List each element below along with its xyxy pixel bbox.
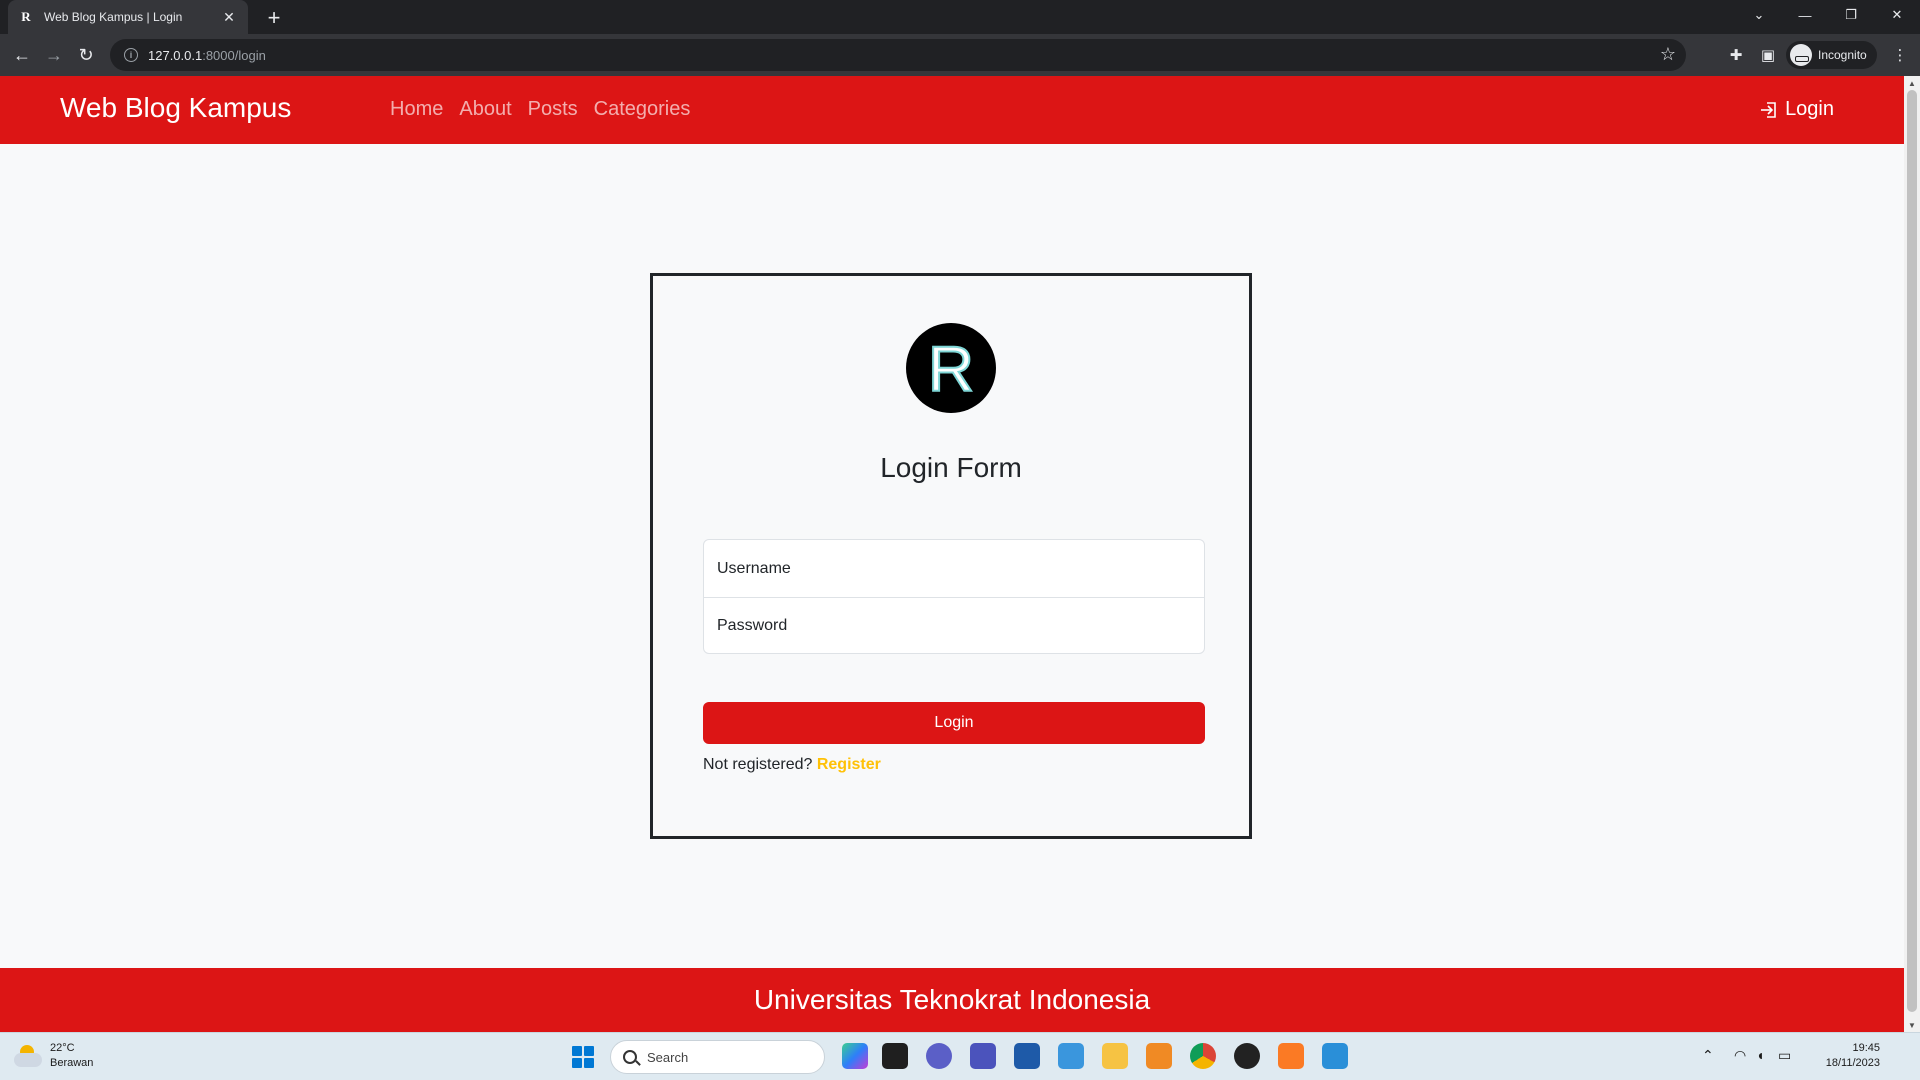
url-host: 127.0.0.1	[148, 47, 203, 63]
weather-widget[interactable]: 22°C Berawan	[14, 1041, 93, 1071]
reload-button[interactable]: ↻	[72, 41, 100, 69]
tab-title: Web Blog Kampus | Login	[44, 10, 183, 24]
wifi-icon[interactable]: ◠	[1734, 1047, 1746, 1064]
username-placeholder: Username	[717, 559, 791, 577]
password-field[interactable]: Password	[704, 597, 1204, 654]
browser-tab[interactable]: R Web Blog Kampus | Login ✕	[8, 0, 248, 34]
windows-start-icon[interactable]	[572, 1046, 594, 1068]
chrome-icon[interactable]	[1190, 1043, 1216, 1069]
battery-icon[interactable]: ▭	[1778, 1047, 1791, 1064]
login-submit-button[interactable]: Login	[703, 702, 1205, 744]
xampp-icon[interactable]	[1278, 1043, 1304, 1069]
restore-button[interactable]: ❐	[1828, 0, 1874, 30]
new-tab-button[interactable]: +	[260, 4, 288, 32]
side-panel-icon[interactable]: ▣	[1756, 43, 1780, 67]
weather-temp: 22°C	[50, 1042, 75, 1054]
show-hidden-icons-icon[interactable]: ⌃	[1702, 1047, 1714, 1064]
search-icon	[623, 1050, 637, 1064]
register-link[interactable]: Register	[817, 756, 881, 773]
weather-text: 22°C Berawan	[50, 1041, 93, 1071]
teams-icon[interactable]	[970, 1043, 996, 1069]
taskbar-search-box[interactable]: Search	[610, 1040, 825, 1074]
address-bar[interactable]: i 127.0.0.1:8000/login ☆	[110, 39, 1686, 71]
forward-button[interactable]: →	[40, 41, 68, 69]
close-tab-icon[interactable]: ✕	[220, 9, 238, 26]
login-form-title: Login Form	[880, 452, 1022, 483]
taskbar-search-placeholder: Search	[647, 1049, 689, 1065]
url-path: :8000/login	[202, 47, 266, 63]
nav-link-categories[interactable]: Categories	[594, 98, 691, 121]
vscode-icon[interactable]	[1322, 1043, 1348, 1069]
navbar-brand[interactable]: Web Blog Kampus	[60, 92, 291, 124]
incognito-label: Incognito	[1818, 48, 1867, 62]
credentials-input-group: Username Password	[703, 539, 1205, 654]
store-icon[interactable]	[1014, 1043, 1040, 1069]
register-prompt-line: Not registered? Register	[703, 756, 881, 774]
logo-letter: R	[927, 333, 975, 405]
footer-text: Universitas Teknokrat Indonesia	[753, 984, 1151, 1015]
site-logo: R	[906, 323, 996, 413]
task-view-icon[interactable]	[882, 1043, 908, 1069]
nav-link-home[interactable]: Home	[390, 98, 443, 121]
tab-favicon-icon: R	[21, 9, 31, 24]
username-field[interactable]: Username	[704, 540, 1204, 597]
site-footer: Universitas Teknokrat Indonesia	[0, 968, 1904, 1032]
nav-links: Home About Posts Categories	[390, 98, 690, 121]
scroll-up-icon[interactable]: ▲	[1904, 76, 1920, 90]
partly-cloudy-icon	[14, 1045, 42, 1067]
minimize-button[interactable]: —	[1782, 0, 1828, 30]
weather-desc: Berawan	[50, 1057, 94, 1069]
login-card: R Login Form Username Password Login Not…	[650, 273, 1252, 839]
copilot-icon[interactable]	[842, 1043, 868, 1069]
extensions-puzzle-icon[interactable]: ✚	[1724, 43, 1748, 67]
browser-toolbar: ← → ↻ i 127.0.0.1:8000/login ☆ ✚ ▣ Incog…	[0, 34, 1920, 76]
media-player-icon[interactable]	[1146, 1043, 1172, 1069]
clock-date: 18/11/2023	[1825, 1057, 1880, 1069]
scroll-thumb[interactable]	[1907, 90, 1917, 1012]
photos-icon[interactable]	[1058, 1043, 1084, 1069]
password-placeholder: Password	[717, 617, 788, 634]
register-prompt: Not registered?	[703, 756, 813, 773]
page-viewport: Web Blog Kampus Home About Posts Categor…	[0, 76, 1904, 1032]
obs-icon[interactable]	[1234, 1043, 1260, 1069]
bookmark-star-icon[interactable]: ☆	[1660, 44, 1676, 65]
incognito-icon	[1790, 44, 1812, 66]
site-info-icon[interactable]: i	[124, 48, 138, 62]
close-window-button[interactable]: ✕	[1874, 0, 1920, 30]
browser-menu-icon[interactable]: ⋮	[1888, 43, 1912, 67]
page-scrollbar[interactable]: ▲ ▼	[1904, 76, 1920, 1032]
site-navbar: Web Blog Kampus Home About Posts Categor…	[0, 76, 1904, 144]
clock-time: 19:45	[1852, 1042, 1880, 1054]
taskbar-clock[interactable]: 19:45 18/11/2023	[1800, 1041, 1880, 1071]
nav-login-link[interactable]: Login	[1759, 98, 1834, 121]
file-explorer-icon[interactable]	[1102, 1043, 1128, 1069]
back-button[interactable]: ←	[8, 41, 36, 69]
nav-login-label: Login	[1785, 98, 1834, 120]
chat-icon[interactable]	[926, 1043, 952, 1069]
nav-link-posts[interactable]: Posts	[528, 98, 578, 121]
volume-icon[interactable]: ◖	[1756, 1047, 1764, 1063]
scroll-down-icon[interactable]: ▼	[1904, 1018, 1920, 1032]
tab-search-icon[interactable]: ⌄	[1736, 0, 1782, 30]
incognito-profile-button[interactable]: Incognito	[1786, 41, 1877, 69]
browser-tab-strip: R Web Blog Kampus | Login ✕ + ⌄ — ❐ ✕	[0, 0, 1920, 34]
nav-link-about[interactable]: About	[459, 98, 511, 121]
login-arrow-icon	[1761, 101, 1776, 118]
windows-taskbar: 22°C Berawan Search ⌃ ◠ ◖ ▭ 19:45 18/11/…	[0, 1032, 1920, 1080]
